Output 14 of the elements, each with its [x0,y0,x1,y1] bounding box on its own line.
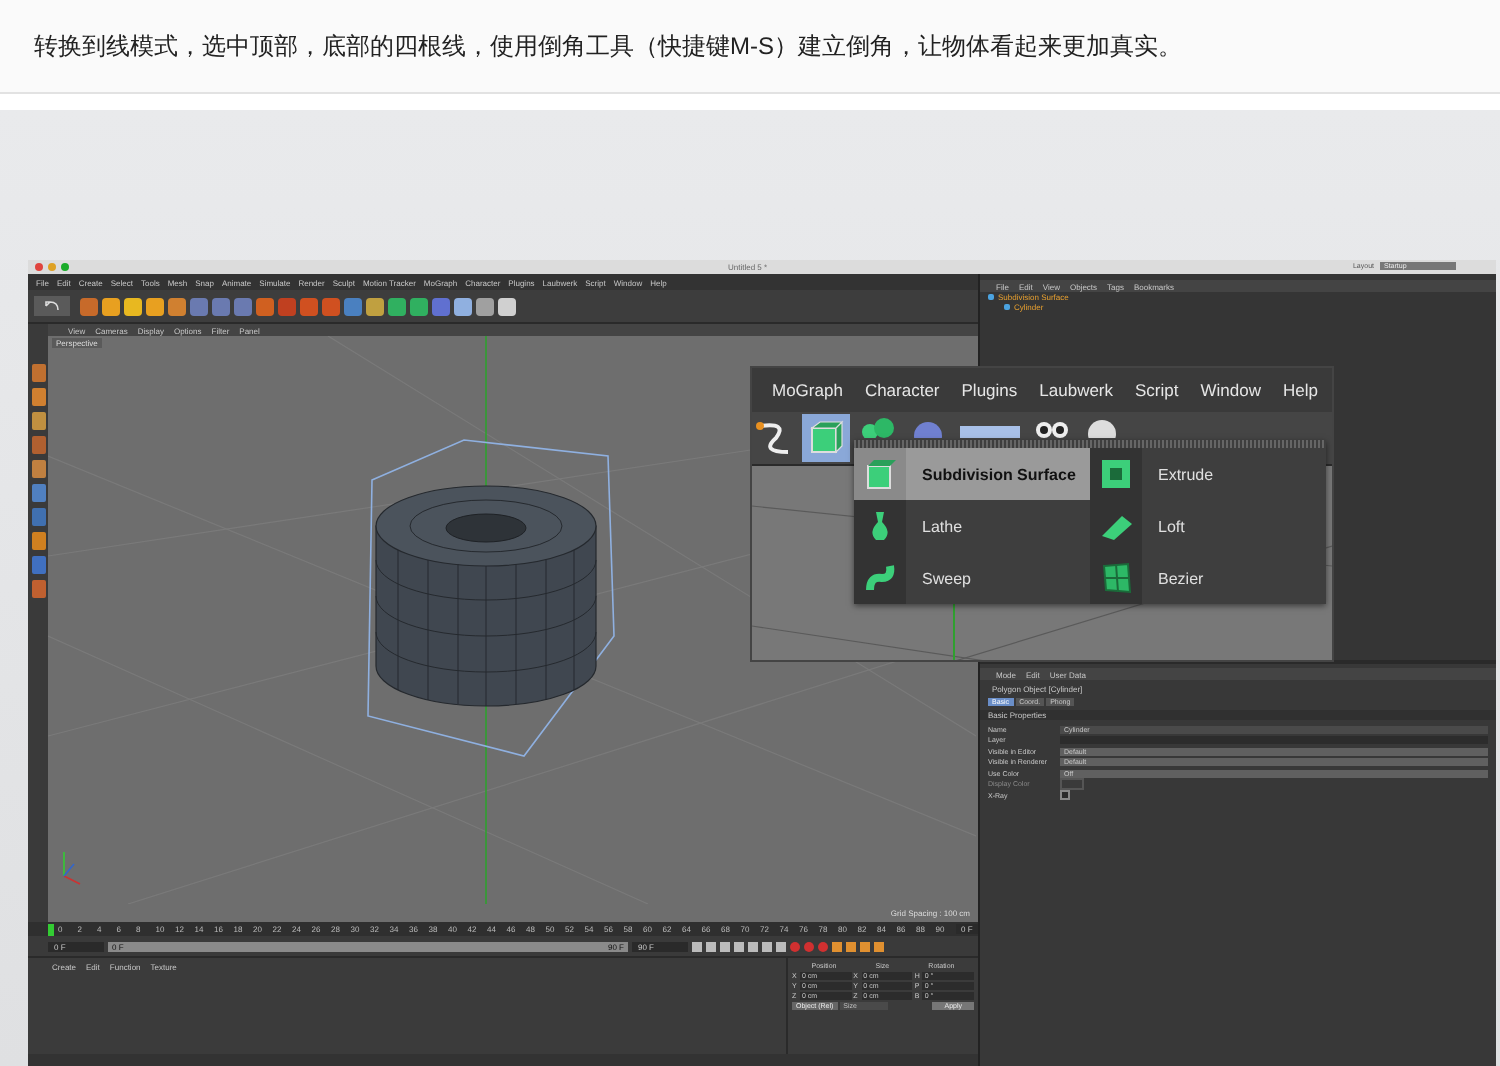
caption-text: 转换到线模式，选中顶部，底部的四根线，使用倒角工具（快捷键M-S）建立倒角，让物体看起来更加真实。 [34,29,1182,63]
menu-item[interactable]: Extrude [1090,448,1326,500]
menu-item[interactable]: MoGraph [772,380,843,400]
menu-item[interactable]: Plugins [961,380,1018,400]
menu-item[interactable]: Lathe [854,500,1090,552]
menu-item[interactable]: Loft [1090,500,1326,552]
menu-item[interactable]: Help [1282,380,1318,400]
menu-item[interactable]: Character [864,380,940,400]
menu-item[interactable]: Bezier [1090,552,1326,604]
menu-item[interactable]: Subdivision Surface [854,448,1090,500]
menu-item[interactable]: Laubwerk [1039,380,1114,400]
menu-item[interactable]: Sweep [854,552,1090,604]
menu-item[interactable]: Window [1200,380,1261,400]
menu-item[interactable]: Script [1135,380,1179,400]
